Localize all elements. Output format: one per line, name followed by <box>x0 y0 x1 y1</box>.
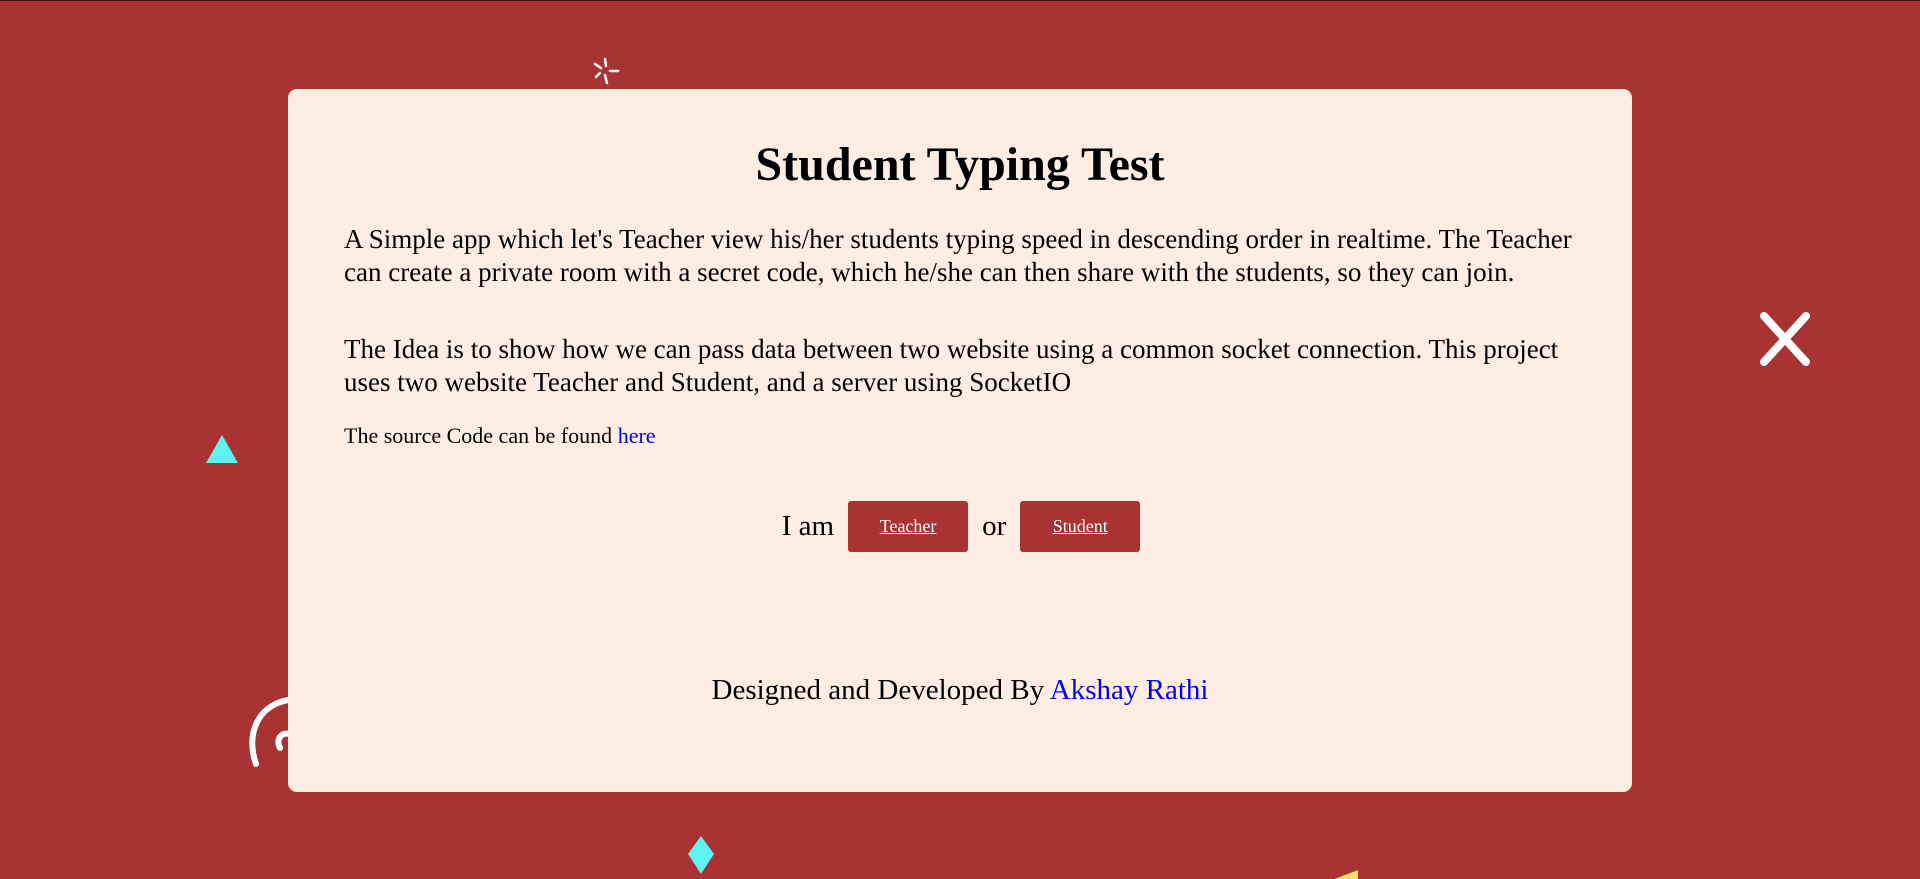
description-paragraph-2: The Idea is to show how we can pass data… <box>344 334 1559 397</box>
top-border <box>0 0 1920 1</box>
page-title: Student Typing Test <box>755 138 1165 191</box>
author-link[interactable]: Akshay Rathi <box>1050 674 1209 706</box>
close-x-icon <box>1760 312 1810 366</box>
role-separator: or <box>982 510 1007 542</box>
arc-icon <box>249 697 293 767</box>
footer-credit: Designed and Developed By Akshay Rathi <box>288 674 1632 707</box>
student-button[interactable]: Student <box>1020 501 1141 552</box>
diamond-icon <box>688 836 714 874</box>
yellow-shape-icon <box>1334 870 1358 879</box>
source-code-label: The source Code can be found <box>344 423 618 448</box>
role-prefix: I am <box>781 510 835 542</box>
source-code-link[interactable]: here <box>618 423 656 448</box>
footer-label: Designed and Developed By <box>711 674 1050 706</box>
description-paragraph-1: A Simple app which let's Teacher view hi… <box>344 224 1572 287</box>
triangle-icon <box>206 435 238 463</box>
main-card: Student Typing Test A Simple app which l… <box>288 89 1632 792</box>
teacher-button[interactable]: Teacher <box>848 501 969 552</box>
source-code-line: The source Code can be found here <box>344 423 656 449</box>
role-selector: I am Teacher or Student <box>288 501 1632 552</box>
sparkle-icon <box>593 57 620 85</box>
